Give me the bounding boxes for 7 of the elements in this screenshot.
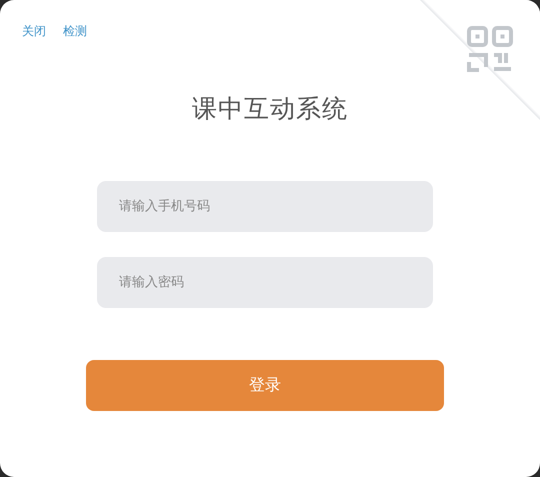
password-field[interactable]: 请输入密码: [97, 256, 433, 308]
top-link[interactable]: 关闭: [22, 22, 46, 40]
login-button[interactable]: 登录: [86, 360, 444, 410]
top-link[interactable]: 检测: [63, 22, 87, 40]
qr-code-icon[interactable]: [466, 25, 514, 73]
app-title: 课中互动系统: [191, 93, 349, 125]
phone-field[interactable]: 请输入手机号码: [97, 180, 433, 232]
